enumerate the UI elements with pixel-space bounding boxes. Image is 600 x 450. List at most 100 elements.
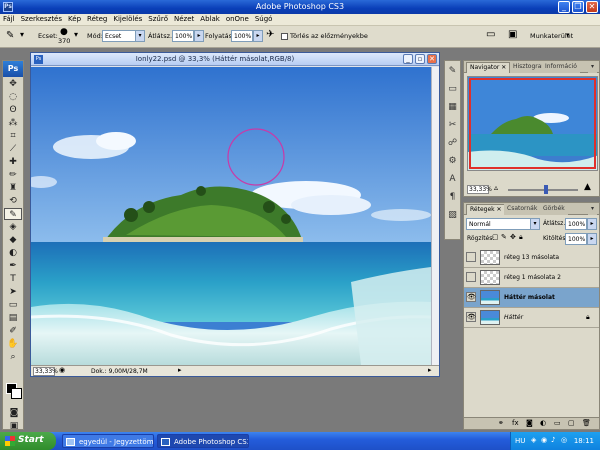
navigator-zoom-slider[interactable] (508, 189, 578, 191)
lock-position-icon[interactable]: ✥ (510, 233, 516, 241)
document-vertical-scrollbar[interactable] (431, 67, 439, 365)
layer-row[interactable]: 👁︎ Háttér 🔒︎ (464, 308, 599, 328)
brush-tool-icon-active[interactable]: ✎ (4, 208, 22, 220)
pencil-tool-icon[interactable]: ✏ (4, 169, 22, 181)
status-menu-icon[interactable]: ◉ (59, 366, 65, 374)
menu-select[interactable]: Kijelölés (110, 14, 145, 23)
path-selection-tool-icon[interactable]: ➤ (4, 286, 22, 298)
maximize-button[interactable]: ❐ (572, 1, 584, 13)
tab-info[interactable]: Információ (542, 62, 580, 73)
opacity-dropdown-icon[interactable]: ▸ (194, 30, 204, 42)
brush-palette-icon[interactable]: ▭ (486, 29, 495, 40)
document-minimize-button[interactable]: _ (403, 54, 413, 64)
workspace-dropdown-icon[interactable]: ▾ (566, 31, 570, 39)
layer-style-icon[interactable]: fx (512, 419, 519, 427)
layer-visibility-toggle[interactable] (466, 272, 476, 282)
menu-onone[interactable]: onOne (223, 14, 252, 23)
navigator-zoom-field[interactable]: 33,33% (467, 185, 492, 194)
marquee-tool-icon[interactable]: ◌ (4, 91, 22, 103)
layer-row[interactable]: réteg 13 másolata (464, 248, 599, 268)
history-brush-tool-icon[interactable]: ⟲ (4, 195, 22, 207)
link-layers-icon[interactable]: ⚭ (498, 419, 504, 427)
taskbar-item-notepad[interactable]: egyedül - Jegyzettömb (62, 434, 154, 448)
layer-opacity-dropdown-icon[interactable]: ▸ (587, 218, 597, 230)
zoom-out-icon[interactable]: ▵ (494, 183, 498, 192)
tab-channels[interactable]: Csatornák (504, 204, 541, 215)
dodge-tool-icon[interactable]: ◐ (4, 247, 22, 259)
tray-volume-icon[interactable]: ♪ (551, 436, 555, 444)
layer-row[interactable]: réteg 1 másolata 2 (464, 268, 599, 288)
layer-comps-icon[interactable]: ▦ (445, 99, 460, 115)
menu-edit[interactable]: Szerkesztés (18, 14, 65, 23)
zoom-in-icon[interactable]: ▲ (584, 182, 591, 192)
lasso-tool-icon[interactable]: ʘ (4, 104, 22, 116)
flow-input[interactable]: 100% (231, 30, 253, 42)
status-scroll-right-icon[interactable]: ▸ (428, 366, 432, 374)
menu-file[interactable]: Fájl (0, 14, 18, 23)
eyedropper-tool-icon[interactable]: ✐ (4, 325, 22, 337)
lock-pixels-icon[interactable]: ✎ (501, 233, 507, 241)
tray-app-icon[interactable]: ◎ (561, 436, 567, 444)
quick-mask-icon[interactable]: ◙ (5, 407, 23, 419)
start-button[interactable]: Start (0, 432, 56, 450)
brush-tool-icon[interactable]: ✎ (6, 30, 14, 41)
fill-input[interactable]: 100% (565, 233, 587, 245)
mode-dropdown-icon[interactable]: ▾ (135, 30, 145, 42)
layer-row-selected[interactable]: 👁︎ Háttér másolat (464, 288, 599, 308)
history-icon[interactable]: ✂ (445, 117, 460, 133)
language-indicator[interactable]: HU (515, 437, 525, 445)
fill-dropdown-icon[interactable]: ▸ (587, 233, 597, 245)
menu-image[interactable]: Kép (65, 14, 84, 23)
lock-transparency-icon[interactable]: ▢ (492, 233, 499, 241)
paint-bucket-tool-icon[interactable]: ◈ (4, 221, 22, 233)
delete-layer-icon[interactable]: 🗑︎ (582, 419, 591, 427)
menu-help[interactable]: Súgó (252, 14, 276, 23)
navigator-zoom-slider-handle[interactable] (544, 185, 548, 194)
blur-tool-icon[interactable]: ◆ (4, 234, 22, 246)
opacity-input[interactable]: 100% (172, 30, 194, 42)
new-layer-icon[interactable]: ▢ (568, 419, 575, 427)
close-button[interactable]: ✕ (586, 1, 598, 13)
character-panel-icon[interactable]: A (445, 171, 460, 187)
background-color-swatch[interactable] (11, 388, 22, 399)
layer-opacity-input[interactable]: 100% (565, 218, 587, 230)
navigator-thumbnail[interactable] (467, 76, 598, 171)
brush-preview-icon[interactable]: ● (60, 27, 68, 37)
tool-preset-dropdown-icon[interactable]: ▾ (20, 30, 24, 39)
status-arrow-icon[interactable]: ▸ (178, 366, 182, 374)
actions-icon[interactable]: ☍ (445, 135, 460, 151)
layers-menu-icon[interactable]: ▾ (588, 204, 598, 215)
airbrush-icon[interactable]: ✈ (266, 29, 274, 40)
brushes-panel-icon[interactable]: ✎ (445, 63, 460, 79)
menu-layer[interactable]: Réteg (84, 14, 110, 23)
magic-wand-tool-icon[interactable]: ⁂ (4, 117, 22, 129)
menu-view[interactable]: Nézet (171, 14, 197, 23)
document-zoom-field[interactable]: 33,33% (33, 367, 58, 376)
taskbar-item-photoshop[interactable]: Adobe Photoshop CS3 (157, 434, 249, 448)
zoom-tool-icon[interactable]: ⌕ (4, 351, 22, 363)
image-canvas[interactable] (31, 67, 431, 365)
blend-mode-dropdown-icon[interactable]: ▾ (530, 218, 540, 230)
type-tool-icon[interactable]: T (4, 273, 22, 285)
slice-tool-icon[interactable]: ⟋ (4, 143, 22, 155)
screen-mode-icon[interactable]: ▣ (5, 420, 23, 432)
menu-window[interactable]: Ablak (197, 14, 223, 23)
flow-dropdown-icon[interactable]: ▸ (253, 30, 263, 42)
minimize-button[interactable]: _ (558, 1, 570, 13)
navigator-view-box[interactable] (469, 78, 596, 169)
document-maximize-button[interactable]: ▫ (415, 54, 425, 64)
tool-presets-icon[interactable]: ▭ (445, 81, 460, 97)
move-tool-icon[interactable]: ✥ (4, 78, 22, 90)
tray-security-icon[interactable]: ◉ (541, 436, 547, 444)
clone-source-icon[interactable]: ⚙ (445, 153, 460, 169)
brush-dropdown-icon[interactable]: ▾ (74, 30, 78, 39)
clone-stamp-tool-icon[interactable]: ♜ (4, 182, 22, 194)
eye-icon[interactable]: 👁︎ (466, 312, 476, 322)
paragraph-panel-icon[interactable]: ¶ (445, 189, 460, 205)
new-group-icon[interactable]: ▭ (554, 419, 561, 427)
pen-tool-icon[interactable]: ✒ (4, 260, 22, 272)
tray-network-icon[interactable]: ◈ (531, 436, 536, 444)
eye-icon[interactable]: 👁︎ (466, 292, 476, 302)
layer-visibility-toggle[interactable] (466, 252, 476, 262)
layer-mask-icon[interactable]: ◙ (526, 419, 533, 427)
